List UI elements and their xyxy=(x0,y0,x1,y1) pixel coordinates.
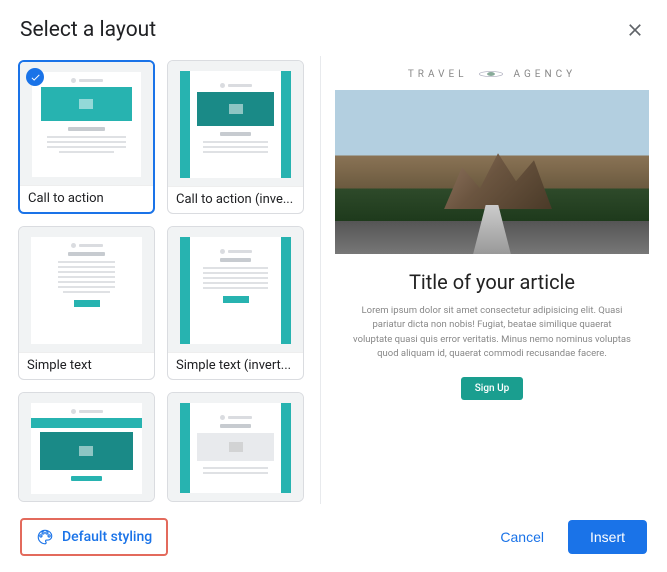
layout-card-simple-text[interactable]: Simple text xyxy=(18,226,155,380)
preview-body: Lorem ipsum dolor sit amet consectetur a… xyxy=(335,304,649,361)
close-button[interactable] xyxy=(623,18,647,42)
preview-logo: TRAVEL AGENCY xyxy=(408,56,576,90)
layout-thumb xyxy=(168,393,303,501)
layout-card-announcement-inverted[interactable] xyxy=(167,392,304,502)
insert-button[interactable]: Insert xyxy=(568,520,647,554)
close-icon xyxy=(625,20,645,40)
layout-thumb xyxy=(19,227,154,352)
layout-thumb xyxy=(168,227,303,352)
preview-logo-left: TRAVEL xyxy=(408,69,468,80)
layout-card-call-to-action-inverted[interactable]: Call to action (inve... xyxy=(167,60,304,214)
layout-label: Call to action xyxy=(20,185,153,212)
layouts-grid: Call to action Call to action (inve... xyxy=(18,56,308,504)
layout-label: Simple text xyxy=(19,352,154,379)
check-icon xyxy=(30,72,41,83)
layout-label: Simple text (invert... xyxy=(168,352,303,379)
layout-card-announcement[interactable] xyxy=(18,392,155,502)
default-styling-label: Default styling xyxy=(62,529,152,545)
selected-badge xyxy=(26,68,44,86)
dialog-footer: Default styling Cancel Insert xyxy=(0,504,667,572)
layout-thumb xyxy=(19,393,154,502)
preview-cta-button: Sign Up xyxy=(461,377,524,400)
layout-thumb xyxy=(168,61,303,186)
cancel-button[interactable]: Cancel xyxy=(486,521,558,553)
default-styling-button[interactable]: Default styling xyxy=(20,518,168,556)
preview-hero-image xyxy=(335,90,649,254)
preview-title: Title of your article xyxy=(409,270,575,294)
dialog-body: Call to action Call to action (inve... xyxy=(0,56,667,504)
layout-card-simple-text-inverted[interactable]: Simple text (invert... xyxy=(167,226,304,380)
layout-dialog: Select a layout Call to action xyxy=(0,0,667,572)
footer-actions: Cancel Insert xyxy=(486,520,647,554)
layout-label: Call to action (inve... xyxy=(168,186,303,213)
wing-icon xyxy=(478,68,504,80)
dialog-header: Select a layout xyxy=(0,0,667,56)
preview-pane: TRAVEL AGENCY Title of your article Lore… xyxy=(320,56,649,504)
preview-logo-right: AGENCY xyxy=(514,69,577,80)
layout-card-call-to-action[interactable]: Call to action xyxy=(18,60,155,214)
dialog-title: Select a layout xyxy=(20,18,156,42)
palette-icon xyxy=(36,528,54,546)
